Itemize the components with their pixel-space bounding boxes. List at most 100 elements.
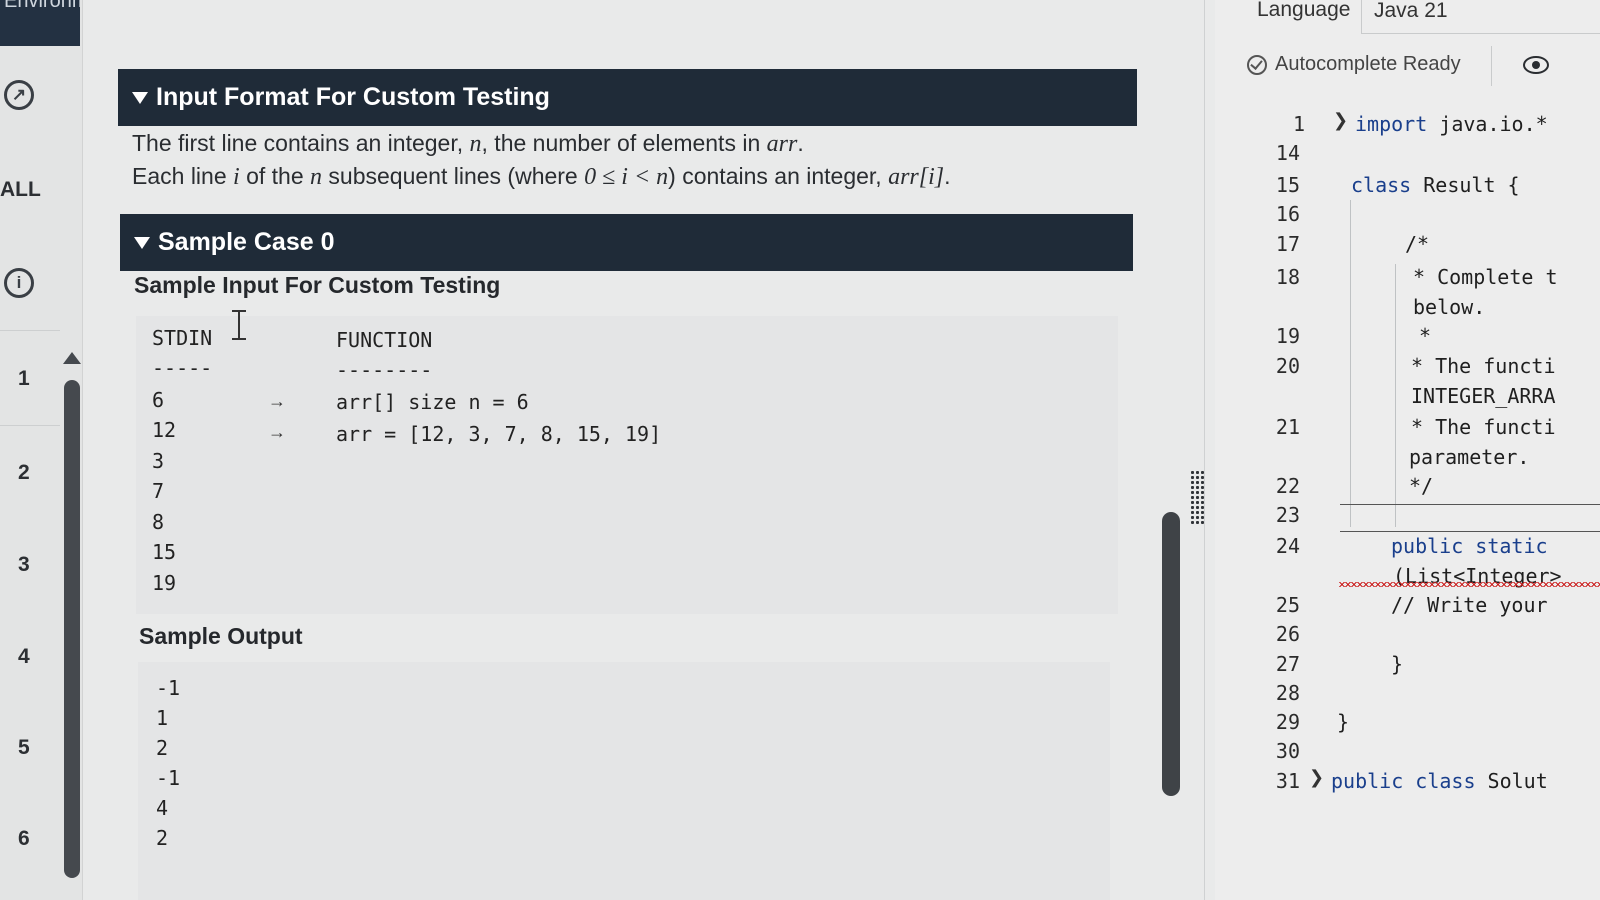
code-line[interactable]: * Complete t bbox=[1413, 265, 1558, 289]
line-number: 18 bbox=[1275, 265, 1300, 289]
stdin-rule: ----- bbox=[152, 356, 213, 380]
sample-output-heading: Sample Output bbox=[139, 623, 303, 649]
code-line[interactable]: */ bbox=[1409, 474, 1433, 498]
input-format-header[interactable]: Input Format For Custom Testing bbox=[118, 69, 1137, 126]
function-header: FUNCTION bbox=[336, 328, 433, 352]
indent-guide bbox=[1395, 264, 1396, 527]
stdin-value: 15 bbox=[152, 540, 177, 564]
problem-scrollbar[interactable] bbox=[1162, 512, 1180, 796]
code-editor[interactable]: Language Java 21 Autocomplete Ready 1 ❯ im… bbox=[1215, 0, 1600, 900]
filter-all[interactable]: ALL bbox=[0, 178, 41, 202]
question-3[interactable]: 3 bbox=[18, 553, 30, 577]
stdin-value: 6 bbox=[152, 388, 165, 412]
line-number: 21 bbox=[1275, 415, 1300, 439]
code-line[interactable]: import java.io.* bbox=[1355, 112, 1548, 136]
line-number: 19 bbox=[1275, 324, 1300, 348]
function-line: arr = [12, 3, 7, 8, 15, 19] bbox=[336, 422, 662, 446]
language-select[interactable]: Java 21 bbox=[1361, 0, 1600, 34]
rail-divider bbox=[0, 330, 60, 331]
stdin-value: 19 bbox=[152, 571, 177, 595]
line-number: 26 bbox=[1275, 622, 1300, 646]
collapse-triangle-icon bbox=[134, 236, 150, 249]
stdin-value: 8 bbox=[152, 510, 165, 534]
line-number: 23 bbox=[1275, 503, 1300, 527]
question-1[interactable]: 1 bbox=[18, 367, 30, 391]
arrow-icon: → bbox=[268, 422, 286, 442]
line-number: 1 bbox=[1292, 112, 1305, 136]
line-number: 17 bbox=[1275, 232, 1300, 256]
language-row: Language Java 21 bbox=[1215, 0, 1600, 36]
function-rule: -------- bbox=[336, 358, 433, 382]
output-value: 2 bbox=[156, 736, 169, 760]
output-value: 1 bbox=[156, 706, 169, 730]
question-6[interactable]: 6 bbox=[18, 827, 30, 851]
code-line[interactable]: below. bbox=[1413, 295, 1485, 319]
line-number: 24 bbox=[1275, 534, 1300, 558]
input-format-title: Input Format For Custom Testing bbox=[156, 83, 550, 111]
active-line-border bbox=[1340, 504, 1600, 505]
code-line[interactable]: // Write your bbox=[1391, 593, 1548, 617]
sample-case-title: Sample Case 0 bbox=[158, 228, 335, 256]
code-line[interactable]: * The functi bbox=[1411, 415, 1556, 439]
sample-input-box bbox=[136, 316, 1118, 614]
rail-divider bbox=[0, 425, 60, 426]
text-cursor-icon bbox=[232, 310, 246, 340]
output-value: 4 bbox=[156, 796, 169, 820]
line-number: 14 bbox=[1275, 141, 1300, 165]
autocomplete-status[interactable]: Autocomplete Ready bbox=[1247, 53, 1461, 76]
code-line[interactable]: public class Solut bbox=[1331, 769, 1548, 793]
stdin-value: 3 bbox=[152, 449, 165, 473]
code-line[interactable]: INTEGER_ARRA bbox=[1411, 384, 1556, 408]
question-5[interactable]: 5 bbox=[18, 736, 30, 760]
code-line[interactable]: * The functi bbox=[1411, 354, 1556, 378]
stdin-header: STDIN bbox=[152, 326, 213, 350]
line-number: 31 bbox=[1275, 769, 1300, 793]
eye-icon[interactable] bbox=[1523, 56, 1549, 74]
question-2[interactable]: 2 bbox=[18, 461, 30, 485]
function-line: arr[] size n = 6 bbox=[336, 390, 529, 414]
line-number: 22 bbox=[1275, 474, 1300, 498]
resize-handle-icon[interactable] bbox=[1190, 470, 1204, 526]
output-value: 2 bbox=[156, 826, 169, 850]
input-format-line-1: The first line contains an integer, n, t… bbox=[132, 130, 804, 157]
code-line[interactable]: /* bbox=[1405, 232, 1429, 256]
language-label: Language bbox=[1257, 0, 1351, 21]
sample-input-heading: Sample Input For Custom Testing bbox=[134, 272, 501, 298]
code-line[interactable]: } bbox=[1337, 710, 1349, 734]
question-4[interactable]: 4 bbox=[18, 645, 30, 669]
compass-icon[interactable]: ↗ bbox=[4, 80, 34, 110]
line-number: 20 bbox=[1275, 354, 1300, 378]
line-number: 27 bbox=[1275, 652, 1300, 676]
line-number: 16 bbox=[1275, 202, 1300, 226]
collapse-triangle-icon bbox=[132, 91, 148, 104]
environment-tab[interactable]: Environment bbox=[0, 0, 80, 46]
line-number: 30 bbox=[1275, 739, 1300, 763]
question-rail: Environment ↗ ALL i 1 2 3 4 5 6 bbox=[0, 0, 83, 900]
panel-divider bbox=[1204, 0, 1205, 900]
arrow-icon: → bbox=[268, 391, 286, 411]
sample-case-header[interactable]: Sample Case 0 bbox=[120, 214, 1133, 271]
toolbar-divider bbox=[1491, 46, 1492, 86]
fold-chevron-icon[interactable]: ❯ bbox=[1333, 110, 1348, 131]
environment-tab-label: Environment bbox=[4, 0, 80, 12]
output-value: -1 bbox=[156, 676, 181, 700]
code-line[interactable]: public static bbox=[1391, 534, 1548, 558]
info-icon[interactable]: i bbox=[4, 268, 34, 298]
fold-chevron-icon[interactable]: ❯ bbox=[1309, 767, 1324, 788]
stdin-value: 12 bbox=[152, 418, 177, 442]
autocomplete-label: Autocomplete Ready bbox=[1275, 53, 1461, 75]
rail-scrollbar[interactable] bbox=[64, 380, 80, 878]
code-line[interactable]: parameter. bbox=[1409, 445, 1529, 469]
indent-guide bbox=[1350, 200, 1351, 527]
code-line[interactable]: * bbox=[1419, 324, 1431, 348]
scroll-up-icon[interactable] bbox=[63, 352, 81, 364]
active-line-border bbox=[1340, 531, 1600, 532]
code-line[interactable]: class Result { bbox=[1351, 173, 1520, 197]
output-value: -1 bbox=[156, 766, 181, 790]
line-number: 25 bbox=[1275, 593, 1300, 617]
line-number: 29 bbox=[1275, 710, 1300, 734]
code-line[interactable]: } bbox=[1391, 652, 1403, 676]
stdin-value: 7 bbox=[152, 479, 165, 503]
line-number: 15 bbox=[1275, 173, 1300, 197]
input-format-line-2: Each line i of the n subsequent lines (w… bbox=[132, 163, 951, 190]
